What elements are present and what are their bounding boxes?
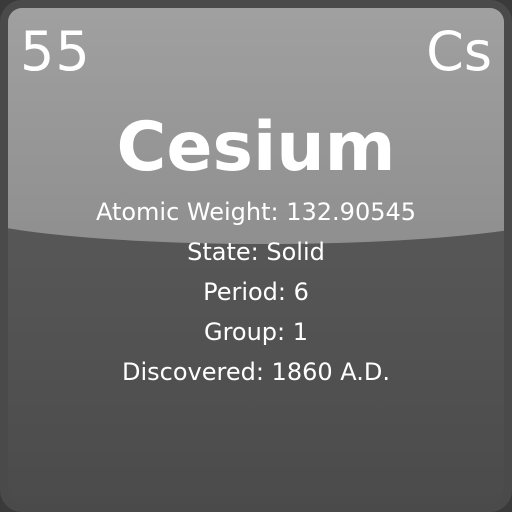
state-text: State: Solid xyxy=(187,238,325,266)
element-tile[interactable]: 55 Cs Cesium Atomic Weight: 132.90545 St… xyxy=(0,0,512,512)
atomic-weight-text: Atomic Weight: 132.90545 xyxy=(95,198,417,226)
discovered-text: Discovered: 1860 A.D. xyxy=(122,358,390,386)
period-text: Period: 6 xyxy=(203,278,309,306)
element-details: Atomic Weight: 132.90545 State: Solid Pe… xyxy=(8,192,504,392)
tile-content: 55 Cs Cesium Atomic Weight: 132.90545 St… xyxy=(8,8,504,504)
atomic-number: 55 xyxy=(20,20,91,83)
element-symbol: Cs xyxy=(426,20,492,83)
element-name: Cesium xyxy=(116,108,396,187)
group-text: Group: 1 xyxy=(203,318,309,346)
